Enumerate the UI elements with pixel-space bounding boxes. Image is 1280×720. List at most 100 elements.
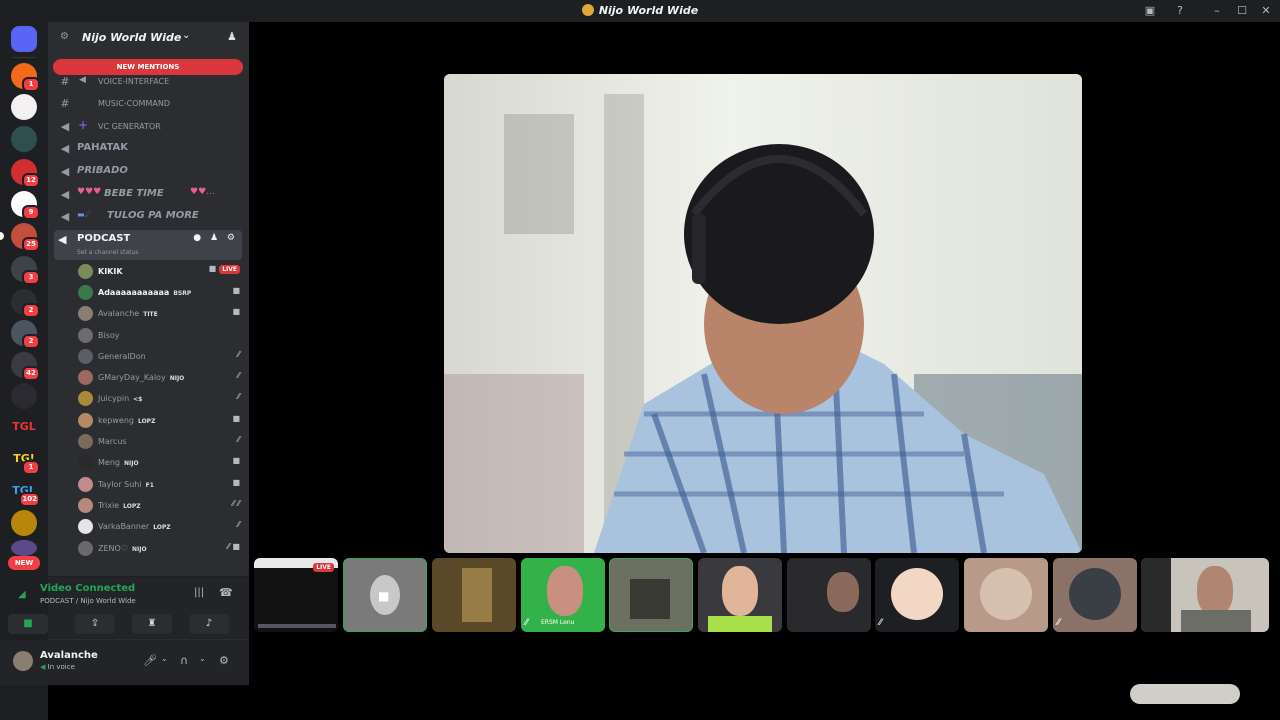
guild-icon[interactable] xyxy=(11,540,37,556)
channel-tools-icon[interactable]: ● ♟ ⚙ xyxy=(193,233,238,243)
channel-pahatak[interactable]: ◀ PAHATAK xyxy=(58,140,243,158)
disconnect-icon[interactable]: ☎ xyxy=(219,586,233,599)
speaker-icon: ◀ xyxy=(60,165,70,178)
guild-icon[interactable]: TGL 102 xyxy=(11,478,40,507)
help-icon[interactable]: ? xyxy=(1171,3,1189,19)
camera-icon: ■ LIVE xyxy=(209,264,240,274)
participant-tile[interactable] xyxy=(1141,558,1269,632)
voice-user[interactable]: Meng NIJO ■ xyxy=(78,453,240,473)
new-unreads-pill[interactable]: NEW xyxy=(8,556,40,570)
participant-tile[interactable]: ⁄⁄ xyxy=(875,558,959,632)
guild-icon[interactable]: 42 xyxy=(11,352,40,381)
participant-tile[interactable]: ⁄⁄ ERSM Lenu xyxy=(521,558,605,632)
discord-home-icon[interactable] xyxy=(11,26,37,52)
channel-status[interactable]: Set a channel status xyxy=(77,249,138,256)
settings-gear-icon[interactable]: ⚙ xyxy=(219,654,229,667)
voice-user[interactable]: kepweng LOPZ ■ xyxy=(78,411,240,431)
participant-tile[interactable] xyxy=(432,558,516,632)
signal-icon[interactable]: ◢ xyxy=(18,589,26,600)
speaker-icon: ◀ xyxy=(60,188,70,201)
speaker-icon: ◀ xyxy=(79,75,86,85)
voice-user[interactable]: Trixie LOPZ ⁄⁄ ⁄⁄ xyxy=(78,496,240,516)
voice-user[interactable]: Adaaaaaaaaaaa BSRP ■ xyxy=(78,283,240,303)
chevron-down-icon[interactable]: ⌄ xyxy=(161,654,168,663)
avatar xyxy=(78,455,93,470)
voice-channel-link[interactable]: PODCAST / Nijo World Wide xyxy=(40,597,136,605)
voice-status-title[interactable]: Video Connected xyxy=(40,583,135,594)
guild-icon[interactable]: 25 xyxy=(0,223,40,252)
screen-share-button[interactable]: ⇪ xyxy=(75,614,115,634)
live-badge: LIVE xyxy=(313,563,334,572)
maximize-icon[interactable]: ☐ xyxy=(1233,3,1251,19)
voice-user[interactable]: GeneralDon ⁄⁄ xyxy=(78,347,240,367)
guild-icon[interactable]: 9 xyxy=(11,191,40,220)
voice-dot-icon: ◀ xyxy=(40,663,46,671)
chevron-down-icon[interactable]: ⌄ xyxy=(199,654,206,663)
camera-icon: ■ xyxy=(232,478,240,487)
participant-name: ERSM Lenu xyxy=(541,619,575,626)
close-icon[interactable]: ✕ xyxy=(1257,3,1275,19)
emoji-icon: ♥♥… xyxy=(190,187,216,197)
microphone-icon[interactable]: 🎤︎ xyxy=(143,654,157,667)
muted-icon: ⁄⁄ xyxy=(237,350,240,359)
voice-user[interactable]: Taylor Suhi F1 ■ xyxy=(78,475,240,495)
muted-icon: ⁄⁄ xyxy=(237,520,240,529)
activity-button[interactable]: ♜ xyxy=(132,614,172,634)
participant-tile[interactable] xyxy=(787,558,871,632)
username[interactable]: Avalanche xyxy=(40,650,98,661)
channel-podcast[interactable]: ◀ PODCAST Set a channel status ● ♟ ⚙ xyxy=(54,230,242,260)
noise-suppression-icon[interactable]: ||| xyxy=(194,587,204,598)
avatar xyxy=(980,568,1032,620)
channel-vc-generator[interactable]: ◀ + VC GENERATOR xyxy=(58,118,243,136)
guild-icon[interactable]: TG! 1 xyxy=(11,446,40,475)
guild-icon[interactable]: 12 xyxy=(11,159,40,188)
voice-connection-panel: ◢ Video Connected PODCAST / Nijo World W… xyxy=(8,576,249,639)
voice-user[interactable]: Juicypin <$ ⁄⁄ xyxy=(78,389,240,409)
voice-user[interactable]: VarkaBanner LOPZ ⁄⁄ xyxy=(78,517,240,537)
guild-icon[interactable]: TGL xyxy=(11,414,37,440)
participant-tile[interactable] xyxy=(698,558,782,632)
invite-people-icon[interactable]: ♟ xyxy=(227,30,237,43)
guild-icon[interactable]: 2 xyxy=(11,289,40,318)
channel-music-command[interactable]: # MUSIC-COMMAND xyxy=(58,95,243,113)
avatar xyxy=(78,519,93,534)
avatar xyxy=(78,285,93,300)
channel-pribado[interactable]: ◀ PRIBADO xyxy=(58,163,243,181)
deafened-icon: ⁄⁄ ⁄⁄ xyxy=(232,499,240,508)
title-bar: Nijo World Wide ▣ ? – ☐ ✕ xyxy=(0,0,1280,22)
voice-user[interactable]: GMaryDay_Kaloy NIJO ⁄⁄ xyxy=(78,368,240,388)
avatar[interactable] xyxy=(13,651,33,671)
voice-user[interactable]: KIKIK ■ LIVE xyxy=(78,262,240,282)
guild-icon[interactable]: 2 xyxy=(11,320,40,349)
channel-voice-interface[interactable]: # ◀ VOICE-INTERFACE xyxy=(58,73,243,91)
focused-video-stream[interactable] xyxy=(444,74,1082,553)
avatar xyxy=(78,349,93,364)
guild-icon[interactable] xyxy=(11,510,37,536)
video-frame xyxy=(444,74,1082,553)
guild-icon[interactable] xyxy=(11,94,37,120)
voice-user[interactable]: Bisoy xyxy=(78,326,240,346)
guild-icon[interactable] xyxy=(11,126,37,152)
participant-tile[interactable] xyxy=(609,558,693,632)
headphones-icon[interactable]: ∩ xyxy=(180,654,188,667)
screen-share-icon[interactable]: ▣ xyxy=(1141,3,1159,19)
speaker-icon: ◀ xyxy=(60,120,70,133)
participant-tile[interactable] xyxy=(964,558,1048,632)
guild-icon[interactable]: 1 xyxy=(11,63,40,92)
voice-user[interactable]: Avalanche TITE ■ xyxy=(78,304,240,324)
avatar xyxy=(1069,568,1121,620)
guild-icon[interactable]: 3 xyxy=(11,256,40,285)
channel-bebe-time[interactable]: ◀ ♥♥♥ BEBE TIME ♥♥… xyxy=(58,186,243,204)
soundboard-button[interactable]: ♪ xyxy=(189,614,229,634)
server-header[interactable]: ⚙ Nijo World Wide ⌄ ♟ xyxy=(48,22,249,54)
voice-user[interactable]: Marcus ⁄⁄ xyxy=(78,432,240,452)
muted-camera-icon: ⁄⁄ ■ xyxy=(227,542,240,551)
stream-tile[interactable]: LIVE xyxy=(254,558,338,632)
minimize-icon[interactable]: – xyxy=(1208,3,1226,19)
voice-user[interactable]: ZENO♡ NIJO ⁄⁄ ■ xyxy=(78,539,240,559)
guild-icon[interactable] xyxy=(11,383,37,409)
channel-tulog-pa-more[interactable]: ◀ ▬☄ TULOG PA MORE xyxy=(58,208,243,226)
participant-tile[interactable]: ⁄⁄ xyxy=(1053,558,1137,632)
camera-button[interactable]: ■ xyxy=(8,614,48,634)
participant-tile[interactable]: ■ xyxy=(343,558,427,632)
